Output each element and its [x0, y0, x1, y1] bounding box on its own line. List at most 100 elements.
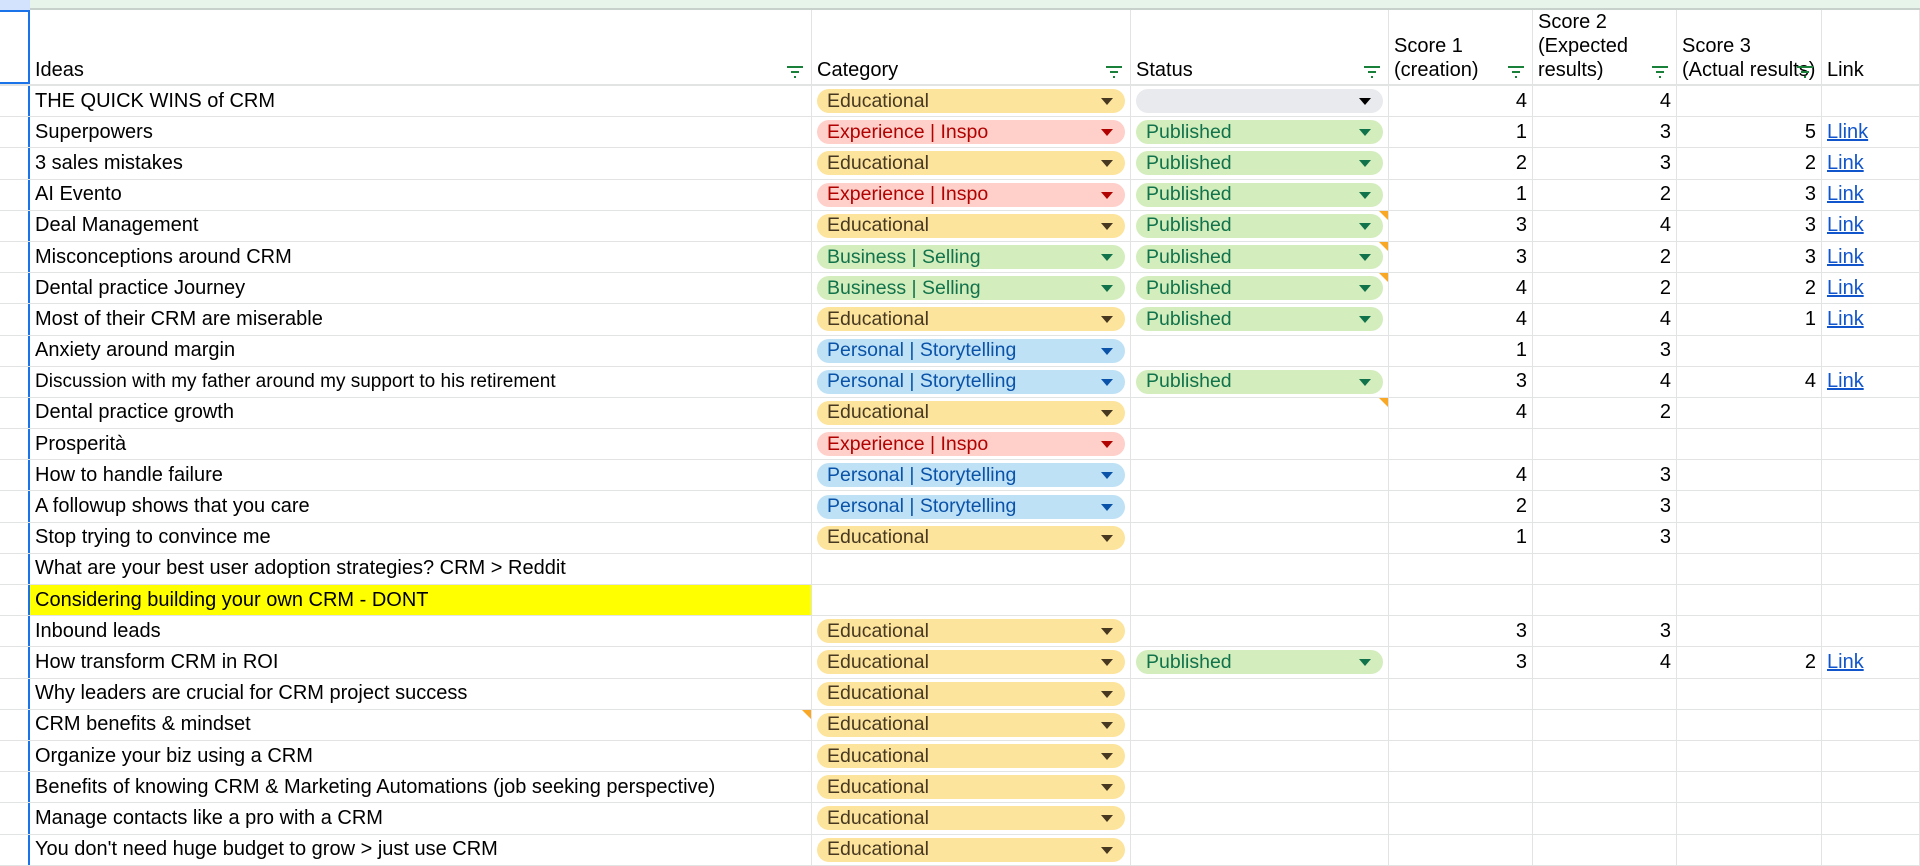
link-cell[interactable] — [1822, 772, 1920, 803]
idea-cell[interactable]: Dental practice growth — [30, 397, 812, 429]
category-cell[interactable]: Educational — [812, 616, 1131, 647]
row-header[interactable] — [0, 522, 30, 553]
idea-cell[interactable]: Stop trying to convince me — [30, 522, 812, 553]
score-cell[interactable]: 3 — [1389, 616, 1533, 647]
score-cell[interactable] — [1389, 772, 1533, 803]
score-cell[interactable]: 4 — [1533, 304, 1677, 335]
dropdown-arrow-icon[interactable] — [1101, 815, 1113, 823]
score-cell[interactable]: 3 — [1533, 460, 1677, 491]
category-dropdown[interactable]: Educational — [817, 307, 1125, 332]
dropdown-arrow-icon[interactable] — [1359, 222, 1371, 230]
category-cell[interactable] — [812, 585, 1131, 616]
row-header[interactable] — [0, 335, 30, 366]
header-cell[interactable]: Ideas — [30, 10, 812, 84]
row-header[interactable] — [0, 678, 30, 709]
idea-cell[interactable]: What are your best user adoption strateg… — [30, 553, 812, 584]
row-header[interactable] — [0, 491, 30, 522]
dropdown-arrow-icon[interactable] — [1101, 129, 1113, 137]
idea-cell[interactable]: Misconceptions around CRM — [30, 241, 812, 273]
status-cell[interactable]: Published — [1131, 304, 1389, 335]
score-cell[interactable]: 2 — [1533, 273, 1677, 304]
status-dropdown[interactable]: Published — [1136, 182, 1383, 207]
status-cell[interactable] — [1131, 491, 1389, 522]
dropdown-arrow-icon[interactable] — [1101, 160, 1113, 168]
status-cell[interactable] — [1131, 709, 1389, 740]
score-cell[interactable]: 3 — [1677, 241, 1822, 273]
link-cell[interactable]: Link — [1822, 647, 1920, 678]
score-cell[interactable]: 4 — [1389, 304, 1533, 335]
category-dropdown[interactable]: Educational — [817, 213, 1125, 238]
idea-cell[interactable]: Why leaders are crucial for CRM project … — [30, 678, 812, 709]
select-all-corner[interactable] — [0, 0, 30, 10]
category-dropdown[interactable]: Educational — [817, 837, 1125, 862]
comment-indicator[interactable] — [1379, 241, 1388, 251]
score-cell[interactable] — [1677, 803, 1822, 834]
category-dropdown[interactable]: Experience | Inspo — [817, 120, 1125, 145]
link[interactable]: Link — [1827, 651, 1864, 674]
score-cell[interactable]: 3 — [1533, 491, 1677, 522]
idea-cell[interactable]: Anxiety around margin — [30, 335, 812, 366]
score-cell[interactable] — [1533, 740, 1677, 772]
score-cell[interactable]: 3 — [1389, 366, 1533, 397]
link[interactable]: Link — [1827, 370, 1864, 393]
status-dropdown[interactable]: Published — [1136, 307, 1383, 332]
score-cell[interactable]: 2 — [1389, 491, 1533, 522]
status-cell[interactable]: Published — [1131, 179, 1389, 210]
link-cell[interactable] — [1822, 86, 1920, 117]
row-header[interactable] — [0, 803, 30, 834]
row-header[interactable] — [0, 10, 30, 84]
row-header[interactable] — [0, 366, 30, 397]
status-cell[interactable]: Published — [1131, 117, 1389, 148]
score-cell[interactable]: 2 — [1677, 148, 1822, 179]
link-cell[interactable]: Link — [1822, 210, 1920, 241]
link-cell[interactable] — [1822, 709, 1920, 740]
link[interactable]: Link — [1827, 214, 1864, 237]
score-cell[interactable] — [1677, 397, 1822, 429]
score-cell[interactable] — [1677, 460, 1822, 491]
category-cell[interactable]: Personal | Storytelling — [812, 491, 1131, 522]
category-dropdown[interactable]: Business | Selling — [817, 276, 1125, 301]
score-cell[interactable] — [1389, 678, 1533, 709]
category-dropdown[interactable]: Educational — [817, 89, 1125, 114]
score-cell[interactable]: 2 — [1533, 241, 1677, 273]
category-dropdown[interactable]: Educational — [817, 712, 1125, 737]
dropdown-arrow-icon[interactable] — [1359, 98, 1371, 106]
score-cell[interactable]: 2 — [1677, 273, 1822, 304]
score-cell[interactable]: 4 — [1677, 366, 1822, 397]
row-header[interactable] — [0, 772, 30, 803]
link-cell[interactable] — [1822, 553, 1920, 584]
header-cell[interactable]: Score 1 (creation) — [1389, 10, 1533, 84]
dropdown-arrow-icon[interactable] — [1101, 472, 1113, 480]
category-cell[interactable]: Personal | Storytelling — [812, 460, 1131, 491]
idea-cell[interactable]: Deal Management — [30, 210, 812, 241]
category-dropdown[interactable]: Educational — [817, 619, 1125, 644]
score-cell[interactable]: 3 — [1533, 616, 1677, 647]
dropdown-arrow-icon[interactable] — [1101, 378, 1113, 386]
score-cell[interactable] — [1533, 678, 1677, 709]
category-dropdown[interactable]: Personal | Storytelling — [817, 494, 1125, 519]
score-cell[interactable] — [1677, 772, 1822, 803]
row-header[interactable] — [0, 117, 30, 148]
header-cell[interactable]: Category — [812, 10, 1131, 84]
category-cell[interactable]: Experience | Inspo — [812, 117, 1131, 148]
row-header[interactable] — [0, 585, 30, 616]
score-cell[interactable]: 3 — [1677, 179, 1822, 210]
status-cell[interactable]: Published — [1131, 273, 1389, 304]
link-cell[interactable] — [1822, 585, 1920, 616]
status-cell[interactable]: Published — [1131, 647, 1389, 678]
dropdown-arrow-icon[interactable] — [1101, 191, 1113, 199]
dropdown-arrow-icon[interactable] — [1101, 503, 1113, 511]
row-header[interactable] — [0, 834, 30, 865]
score-cell[interactable] — [1677, 335, 1822, 366]
idea-cell[interactable]: AI Evento — [30, 179, 812, 210]
category-cell[interactable]: Educational — [812, 709, 1131, 740]
header-cell[interactable]: Score 3 (Actual results) — [1677, 10, 1822, 84]
filter-icon[interactable] — [1652, 66, 1668, 78]
category-dropdown[interactable]: Educational — [817, 806, 1125, 831]
header-cell[interactable]: Status — [1131, 10, 1389, 84]
score-cell[interactable] — [1677, 834, 1822, 865]
status-cell[interactable] — [1131, 397, 1389, 429]
filter-icon[interactable] — [1364, 66, 1380, 78]
idea-cell[interactable]: Considering building your own CRM - DONT — [30, 585, 812, 616]
score-cell[interactable] — [1533, 803, 1677, 834]
